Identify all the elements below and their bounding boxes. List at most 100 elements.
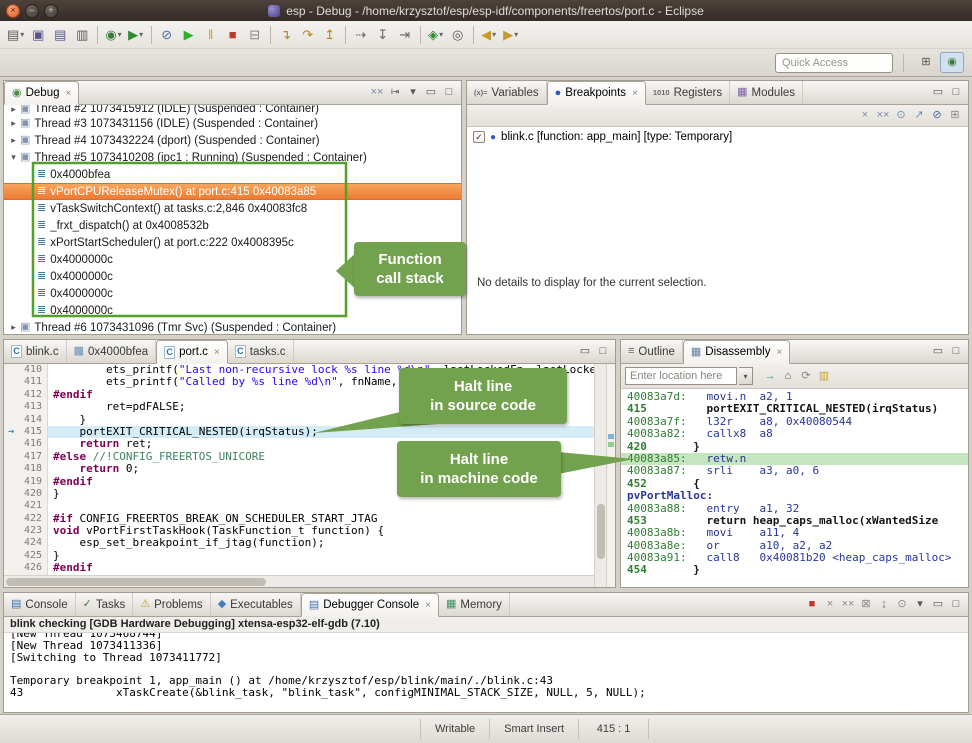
forward-button[interactable]: ▶▾ — [500, 24, 522, 46]
external-tools-button[interactable]: ◈▾ — [425, 24, 447, 46]
maximize-button[interactable]: □ — [440, 83, 458, 101]
step-into-button[interactable]: ↴ — [275, 24, 297, 46]
debug-stack-frame-row[interactable]: ≣0x4000000c — [4, 302, 461, 319]
window-maximize-icon[interactable]: + — [44, 4, 58, 18]
debug-thread-row[interactable]: ▸▣Thread #4 1073432224 (dport) (Suspende… — [4, 132, 461, 149]
suspend-button[interactable]: ‖ — [200, 24, 222, 46]
remove-breakpoint-button[interactable]: × — [856, 107, 874, 125]
step-return-button[interactable]: ↥ — [319, 24, 341, 46]
minimize-button[interactable]: ▭ — [929, 83, 947, 101]
tab-close-icon[interactable]: × — [776, 347, 782, 358]
save-all-button[interactable]: ▤ — [49, 24, 71, 46]
tab-executables[interactable]: ◆Executables — [211, 593, 301, 616]
debug-stack-frame-row[interactable]: ≣_frxt_dispatch() at 0x4008532b — [4, 217, 461, 234]
instruction-stepping-button[interactable]: ⇢ — [350, 24, 372, 46]
location-input[interactable] — [625, 367, 737, 385]
editor-vertical-scrollbar[interactable] — [594, 364, 606, 587]
tab-problems[interactable]: ⚠Problems — [133, 593, 210, 616]
skip-all-button[interactable]: ⊘ — [928, 107, 946, 125]
step-over-button[interactable]: ↷ — [297, 24, 319, 46]
debug-thread-row[interactable]: ▾▣Thread #5 1073410208 (ipc1 : Running) … — [4, 149, 461, 166]
disassembly-listing[interactable]: 40083a7d: movi.n a2, 1415 portEXIT_CRITI… — [621, 389, 968, 587]
window-close-icon[interactable]: × — [6, 4, 20, 18]
debug-stack-frame-row[interactable]: ≣vPortCPUReleaseMutex() at port.c:415 0x… — [4, 183, 461, 200]
maximize-button[interactable]: □ — [947, 83, 965, 101]
tab-variables[interactable]: (x)=Variables — [467, 81, 547, 104]
show-breakpoints-for-selection-button[interactable]: ⊙ — [892, 107, 910, 125]
location-dropdown-icon[interactable]: ▾ — [739, 367, 753, 385]
debug-stack-frame-row[interactable]: ≣0x4000bfea — [4, 166, 461, 183]
new-button[interactable]: ▤▾ — [4, 24, 27, 46]
pin-console-button[interactable]: ⊙ — [893, 595, 911, 613]
tab-modules[interactable]: ▦Modules — [730, 81, 803, 104]
remove-terminated-button[interactable]: ×× — [368, 83, 386, 101]
editor-horizontal-scrollbar[interactable] — [4, 575, 594, 587]
window-minimize-icon[interactable]: – — [25, 4, 39, 18]
run-config-button[interactable]: ▶▾ — [125, 24, 147, 46]
overview-ruler[interactable] — [606, 364, 615, 587]
skip-breakpoints-button[interactable]: ⊘ — [156, 24, 178, 46]
tab-memory[interactable]: ▦Memory — [439, 593, 510, 616]
tab-outline[interactable]: ≡Outline — [621, 340, 683, 363]
print-button[interactable]: ▥ — [71, 24, 93, 46]
drop-to-frame-button[interactable]: ↧ — [372, 24, 394, 46]
tab-disassembly[interactable]: ▦Disassembly× — [683, 340, 790, 364]
expand-icon[interactable]: ▸ — [7, 135, 20, 146]
go-to-address-button[interactable]: → — [761, 367, 779, 385]
scrollbar-thumb[interactable] — [597, 504, 605, 559]
view-menu-button[interactable]: ▾ — [911, 595, 929, 613]
resume-button[interactable]: ▶ — [178, 24, 200, 46]
instruction-step-mode-button[interactable]: i⇥ — [386, 83, 404, 101]
editor-line-424[interactable]: 424 esp_set_breakpoint_if_jtag(function)… — [4, 537, 594, 549]
expand-icon[interactable]: ▾ — [7, 152, 20, 163]
expand-icon[interactable]: ▸ — [7, 322, 20, 333]
debug-thread-row[interactable]: ▸▣Thread #3 1073431156 (IDLE) (Suspended… — [4, 115, 461, 132]
tab-close-icon[interactable]: × — [214, 347, 220, 358]
search-button[interactable]: ◎ — [447, 24, 469, 46]
debug-thread-row[interactable]: ▸▣Thread #2 1073415912 (IDLE) (Suspended… — [4, 105, 461, 115]
terminate-console-button[interactable]: ■ — [803, 595, 821, 613]
minimize-button[interactable]: ▭ — [929, 595, 947, 613]
quick-access-input[interactable] — [775, 53, 893, 73]
console-output[interactable]: [New Thread 1073468744][New Thread 10734… — [4, 633, 968, 712]
breakpoint-item[interactable]: ✓ ● blink.c [function: app_main] [type: … — [467, 127, 968, 147]
go-to-file-button[interactable]: ↗ — [910, 107, 928, 125]
minimize-button[interactable]: ▭ — [422, 83, 440, 101]
tab-close-icon[interactable]: × — [66, 88, 72, 99]
minimize-button[interactable]: ▭ — [929, 342, 947, 360]
expand-icon[interactable]: ▸ — [7, 105, 20, 115]
tab-tasks[interactable]: ✓Tasks — [76, 593, 134, 616]
back-button[interactable]: ◀▾ — [478, 24, 500, 46]
tab-close-icon[interactable]: × — [632, 88, 638, 99]
tab-debug[interactable]: ◉Debug× — [4, 81, 79, 105]
tab-0x4000bfea[interactable]: ▩0x4000bfea — [67, 340, 157, 363]
tab-tasks-c[interactable]: Ctasks.c — [228, 340, 294, 363]
minimize-button[interactable]: ▭ — [576, 342, 594, 360]
clear-console-button[interactable]: ⊠ — [857, 595, 875, 613]
debug-stack-frame-row[interactable]: ≣vTaskSwitchContext() at tasks.c:2,846 0… — [4, 200, 461, 217]
maximize-button[interactable]: □ — [947, 595, 965, 613]
tab-registers[interactable]: 1010Registers — [646, 81, 730, 104]
maximize-button[interactable]: □ — [947, 342, 965, 360]
save-button[interactable]: ▣ — [27, 24, 49, 46]
disconnect-button[interactable]: ⊟ — [244, 24, 266, 46]
remove-all-breakpoints-button[interactable]: ×× — [874, 107, 892, 125]
tab-debugger-console[interactable]: ▤Debugger Console× — [301, 593, 439, 617]
debug-perspective-button[interactable]: ◉ — [940, 52, 964, 73]
breakpoint-checkbox[interactable]: ✓ — [473, 131, 485, 143]
open-perspective-button[interactable]: ⊞ — [914, 52, 938, 73]
maximize-button[interactable]: □ — [594, 342, 612, 360]
disassembly-line[interactable]: 454 } — [621, 564, 968, 576]
remove-launch-button[interactable]: × — [821, 595, 839, 613]
tab-close-icon[interactable]: × — [425, 600, 431, 611]
scrollbar-thumb[interactable] — [6, 578, 266, 586]
home-button[interactable]: ⌂ — [779, 367, 797, 385]
editor-line-426[interactable]: 426#endif — [4, 562, 594, 574]
show-source-button[interactable]: ▥ — [815, 367, 833, 385]
debug-thread-row[interactable]: ▸▣Thread #6 1073431096 (Tmr Svc) (Suspen… — [4, 319, 461, 334]
expand-icon[interactable]: ▸ — [7, 118, 20, 129]
debug-config-button[interactable]: ◉▾ — [102, 24, 124, 46]
scroll-lock-button[interactable]: ↨ — [875, 595, 893, 613]
tab-console[interactable]: ▤Console — [4, 593, 76, 616]
remove-all-launches-button[interactable]: ×× — [839, 595, 857, 613]
